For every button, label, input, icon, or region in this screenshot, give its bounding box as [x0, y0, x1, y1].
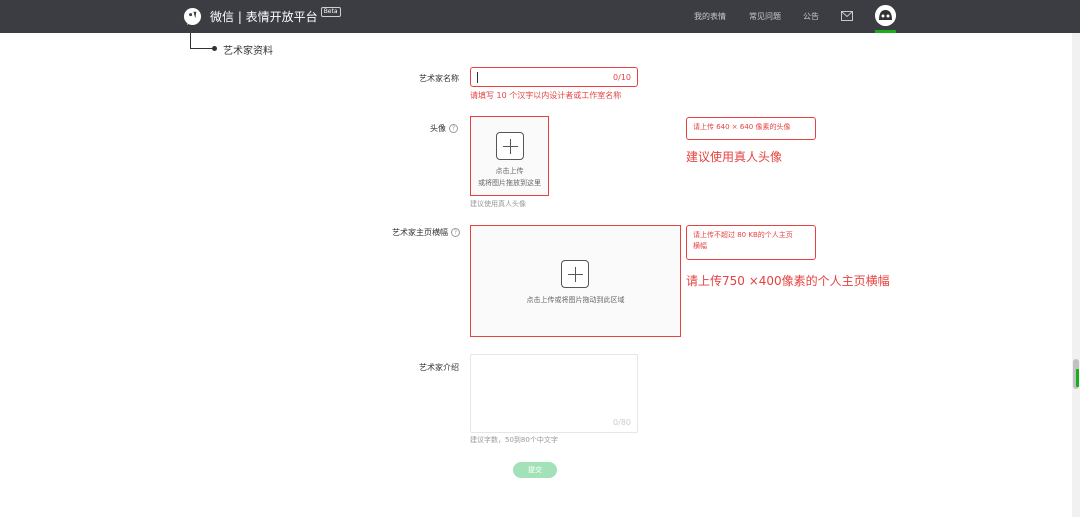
- artist-name-label: 艺术家名称: [419, 74, 459, 83]
- section-tree-line: [190, 33, 214, 49]
- beta-badge: Beta: [320, 7, 341, 17]
- banner-annotation: 请上传750 ×400像素的个人主页横幅: [686, 274, 890, 288]
- top-navigation-bar: 微信 | 表情开放平台 Beta 我的表情 常见问题 公告: [0, 0, 1080, 33]
- brand-title: 微信 | 表情开放平台: [210, 9, 318, 24]
- avatar-label: 头像?: [430, 123, 458, 134]
- avatar-size-tip-text: 请上传 640 × 640 像素的头像: [693, 123, 791, 131]
- banner-size-tip: 请上传不超过 80 KB的个人主页 横幅: [686, 225, 816, 260]
- nav-faq[interactable]: 常见问题: [749, 0, 781, 33]
- banner-size-tip-line2: 横幅: [693, 242, 707, 250]
- banner-size-tip-line1: 请上传不超过 80 KB的个人主页: [693, 231, 793, 239]
- banner-label-text: 艺术家主页横幅: [392, 228, 448, 237]
- scrollbar-green-marker: [1076, 369, 1079, 387]
- avatar-size-tip: 请上传 640 × 640 像素的头像: [686, 117, 816, 140]
- artist-name-counter: 0/10: [613, 73, 631, 82]
- avatar-hint: 建议使用真人头像: [470, 200, 526, 208]
- avatar-upload-text-line2: 或将图片拖放到这里: [478, 179, 541, 187]
- section-tree-dot: [212, 46, 217, 51]
- text-caret: [477, 72, 478, 83]
- banner-help-icon[interactable]: ?: [451, 228, 460, 237]
- intro-counter: 0/80: [613, 418, 631, 427]
- user-avatar-icon: [875, 5, 896, 26]
- avatar-annotation: 建议使用真人头像: [686, 150, 783, 164]
- artist-name-error: 请填写 10 个汉字以内设计者或工作室名称: [470, 91, 622, 100]
- mail-icon[interactable]: [841, 11, 853, 21]
- banner-upload-text: 点击上传或将图片拖动到此区域: [526, 296, 625, 304]
- banner-plus-icon: [561, 260, 589, 288]
- nav-my-stickers[interactable]: 我的表情: [694, 0, 726, 33]
- active-indicator: [875, 30, 896, 33]
- avatar-upload-area[interactable]: 点击上传 或将图片拖放到这里: [470, 116, 549, 196]
- banner-label: 艺术家主页横幅?: [392, 227, 460, 238]
- brand-logo[interactable]: 微信 | 表情开放平台 Beta: [183, 6, 341, 26]
- intro-hint: 建议字数，50到80个中文字: [470, 436, 558, 444]
- avatar-plus-icon: [496, 132, 524, 160]
- wechat-sticker-logo-icon: [183, 7, 202, 25]
- section-title: 艺术家资料: [223, 46, 273, 57]
- submit-button[interactable]: 提交: [513, 462, 557, 478]
- banner-upload-area[interactable]: 点击上传或将图片拖动到此区域: [470, 225, 681, 337]
- avatar-upload-text-line1: 点击上传: [495, 167, 524, 175]
- nav-announcements[interactable]: 公告: [803, 0, 819, 33]
- avatar-label-text: 头像: [430, 124, 446, 133]
- intro-label: 艺术家介绍: [419, 363, 459, 372]
- intro-textarea[interactable]: 0/80: [470, 354, 638, 433]
- avatar-help-icon[interactable]: ?: [449, 124, 458, 133]
- page-scrollbar[interactable]: [1072, 33, 1080, 517]
- artist-name-input[interactable]: 0/10: [470, 67, 638, 87]
- user-avatar[interactable]: [875, 5, 896, 26]
